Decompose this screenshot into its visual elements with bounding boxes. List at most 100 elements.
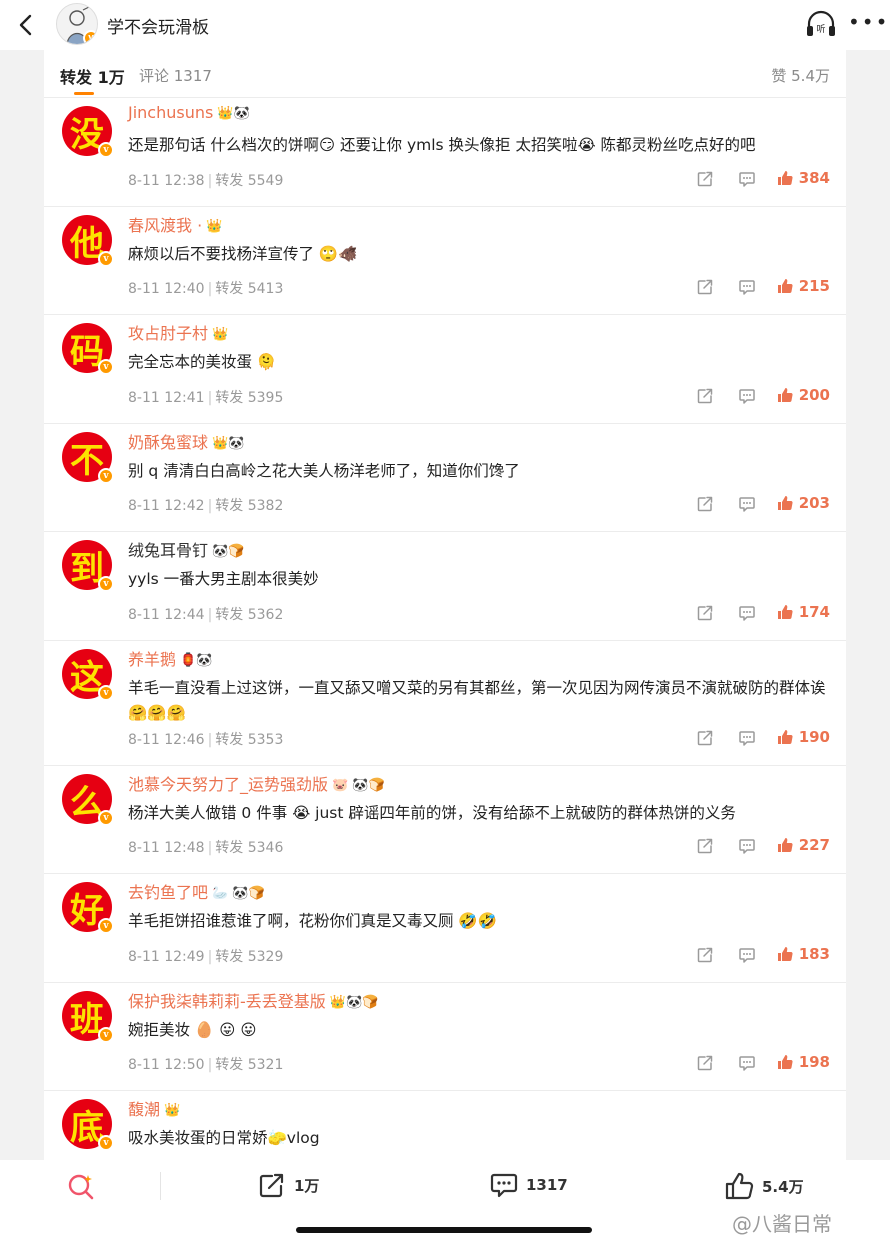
more-options-icon[interactable]: ••• bbox=[848, 12, 887, 36]
username[interactable]: 保护我柒韩莉莉-丢丢登基版 👑🐼🍞 bbox=[128, 988, 378, 1012]
repost-item[interactable]: 好 v 去钓鱼了吧 🦢 🐼🍞 羊毛拒饼招谁惹谁了啊，花粉你们真是又毒又厕 🤣🤣 8-11 … bbox=[44, 874, 846, 983]
repost-count-text: 转发 5549 bbox=[215, 173, 284, 189]
repost-item[interactable]: 不 v 奶酥兔蜜球 👑🐼 别 q 清清白白高岭之花大美人杨洋老师了，知道你们馋了 8-11… bbox=[44, 424, 846, 532]
share-icon[interactable] bbox=[696, 1054, 714, 1072]
comment-icon[interactable] bbox=[738, 604, 756, 622]
repost-item[interactable]: 到 v 绒兔耳骨钉 🐼🍞 yyls 一番大男主剧本很美妙 8-11 12:44 | 转发 53… bbox=[44, 532, 846, 641]
comment-icon[interactable] bbox=[738, 837, 756, 855]
repost-text: 别 q 清清白白高岭之花大美人杨洋老师了，知道你们馋了 bbox=[128, 462, 520, 480]
like-button[interactable]: 200 bbox=[777, 386, 830, 404]
username[interactable]: 奶酥兔蜜球 👑🐼 bbox=[128, 429, 244, 453]
share-icon[interactable] bbox=[696, 729, 714, 747]
share-icon[interactable] bbox=[696, 495, 714, 513]
username[interactable]: 攻占肘子村 👑 bbox=[128, 320, 228, 344]
repost-item[interactable]: 班 v 保护我柒韩莉莉-丢丢登基版 👑🐼🍞 婉拒美妆 🥚 😛 😛 8-11 12:50 | 转… bbox=[44, 983, 846, 1091]
meta-separator: | bbox=[207, 173, 213, 189]
repost-meta: 8-11 12:42 | 转发 5382 bbox=[128, 495, 283, 515]
user-badges: 👑 bbox=[212, 327, 229, 342]
like-button[interactable]: 384 bbox=[777, 169, 830, 187]
search-sparkle-icon[interactable] bbox=[66, 1172, 96, 1202]
share-icon[interactable] bbox=[696, 170, 714, 188]
username-text: 馥潮 bbox=[128, 1100, 161, 1119]
comment-icon[interactable] bbox=[738, 170, 756, 188]
username[interactable]: 去钓鱼了吧 🦢 🐼🍞 bbox=[128, 879, 265, 903]
like-count: 190 bbox=[798, 728, 830, 746]
tab-like[interactable]: 赞 5.4万 bbox=[771, 65, 830, 86]
like-count: 174 bbox=[798, 603, 830, 621]
user-avatar[interactable]: 码v bbox=[62, 323, 114, 375]
verified-badge-icon: v bbox=[98, 142, 114, 158]
comment-icon[interactable] bbox=[738, 729, 756, 747]
username-text: 春风渡我 · bbox=[128, 216, 203, 235]
user-avatar[interactable]: 到v bbox=[62, 540, 114, 592]
like-button[interactable]: 198 bbox=[777, 1053, 830, 1071]
repost-item[interactable]: 么 v 池慕今天努力了_运势强劲版 🐷 🐼🍞 杨洋大美人做错 0 件事 😭 just 辟… bbox=[44, 766, 846, 874]
repost-meta: 8-11 12:40 | 转发 5413 bbox=[128, 278, 283, 298]
username-text: 保护我柒韩莉莉-丢丢登基版 bbox=[128, 992, 326, 1011]
like-button[interactable]: 227 bbox=[777, 836, 830, 854]
user-avatar[interactable]: 好v bbox=[62, 882, 114, 934]
repost-text: 羊毛拒饼招谁惹谁了啊，花粉你们真是又毒又厕 🤣🤣 bbox=[128, 912, 498, 930]
share-icon[interactable] bbox=[696, 946, 714, 964]
repost-item[interactable]: 底 v 馥潮 👑 吸水美妆蛋的日常娇🧽vlog bbox=[44, 1091, 846, 1160]
username-text: 养羊鹅 bbox=[128, 650, 177, 669]
user-badges: 🦢 🐼🍞 bbox=[212, 886, 265, 901]
like-button[interactable]: 5.4万 bbox=[724, 1172, 804, 1200]
comment-icon[interactable] bbox=[738, 387, 756, 405]
comment-icon[interactable] bbox=[738, 1054, 756, 1072]
timestamp: 8-11 12:46 bbox=[128, 732, 205, 748]
username[interactable]: 春风渡我 · 👑 bbox=[128, 212, 222, 236]
user-avatar[interactable]: 底v bbox=[62, 1099, 114, 1151]
repost-count-text: 转发 5329 bbox=[215, 949, 284, 965]
timestamp: 8-11 12:50 bbox=[128, 1057, 205, 1073]
username[interactable]: 绒兔耳骨钉 🐼🍞 bbox=[128, 537, 244, 561]
user-avatar[interactable]: 没v bbox=[62, 106, 114, 158]
repost-item[interactable]: 没 v Jinchusuns 👑🐼 还是那句话 什么档次的饼啊😏 还要让你 ymls 换… bbox=[44, 98, 846, 207]
user-badges: 👑 bbox=[206, 219, 223, 234]
username[interactable]: 养羊鹅 🏮🐼 bbox=[128, 646, 212, 670]
share-icon[interactable] bbox=[696, 278, 714, 296]
username[interactable]: 馥潮 👑 bbox=[128, 1096, 180, 1120]
share-icon[interactable] bbox=[696, 837, 714, 855]
repost-item[interactable]: 码 v 攻占肘子村 👑 完全忘本的美妆蛋 🫠 8-11 12:41 | 转发 5395 200 bbox=[44, 315, 846, 424]
thumbs-up-icon bbox=[725, 1172, 754, 1200]
username[interactable]: 池慕今天努力了_运势强劲版 🐷 🐼🍞 bbox=[128, 771, 385, 795]
meta-separator: | bbox=[207, 1057, 213, 1073]
like-button[interactable]: 203 bbox=[777, 494, 830, 512]
share-icon[interactable] bbox=[696, 387, 714, 405]
listen-headphones-icon[interactable]: 听 bbox=[804, 8, 838, 40]
like-button[interactable]: 190 bbox=[777, 728, 830, 746]
home-indicator[interactable] bbox=[296, 1227, 592, 1233]
username[interactable]: Jinchusuns 👑🐼 bbox=[128, 103, 250, 122]
tab-comment[interactable]: 评论 1317 bbox=[139, 65, 212, 86]
like-count: 215 bbox=[798, 277, 830, 295]
page-title[interactable]: 学不会玩滑板 bbox=[107, 13, 209, 38]
like-button[interactable]: 215 bbox=[777, 277, 830, 295]
user-badges: 🐼🍞 bbox=[212, 544, 245, 559]
repost-list: 没 v Jinchusuns 👑🐼 还是那句话 什么档次的饼啊😏 还要让你 ymls 换… bbox=[44, 98, 846, 1160]
like-button[interactable]: 183 bbox=[777, 945, 830, 963]
comment-icon[interactable] bbox=[738, 946, 756, 964]
repost-item[interactable]: 他 v 春风渡我 · 👑 麻烦以后不要找杨洋宣传了 🙄🐗 8-11 12:40 | 转发 54… bbox=[44, 207, 846, 315]
share-icon[interactable] bbox=[696, 604, 714, 622]
repost-item[interactable]: 这 v 养羊鹅 🏮🐼 羊毛一直没看上过这饼，一直又舔又噌又菜的另有其都丝，第一次见因为网… bbox=[44, 641, 846, 766]
watermark: @八酱日常 bbox=[732, 1212, 832, 1236]
tab-repost[interactable]: 转发 1万 bbox=[60, 64, 125, 88]
user-avatar[interactable]: 班v bbox=[62, 991, 114, 1043]
timestamp: 8-11 12:48 bbox=[128, 840, 205, 856]
back-arrow-icon[interactable] bbox=[12, 10, 38, 40]
comment-icon[interactable] bbox=[738, 278, 756, 296]
repost-button[interactable]: 1万 bbox=[258, 1172, 319, 1198]
repost-text: 羊毛一直没看上过这饼，一直又舔又噌又菜的另有其都丝，第一次见因为网传演员不演就破… bbox=[128, 679, 826, 722]
user-avatar[interactable]: 么v bbox=[62, 774, 114, 826]
like-button[interactable]: 174 bbox=[777, 603, 830, 621]
verified-badge-icon: v bbox=[98, 810, 114, 826]
author-avatar[interactable]: v bbox=[56, 3, 98, 45]
user-avatar[interactable]: 不v bbox=[62, 432, 114, 484]
user-avatar[interactable]: 这v bbox=[62, 649, 114, 701]
like-count: 183 bbox=[798, 945, 830, 963]
comment-icon[interactable] bbox=[738, 495, 756, 513]
comment-button[interactable]: 1317 bbox=[490, 1172, 568, 1198]
user-avatar[interactable]: 他v bbox=[62, 215, 114, 267]
repost-meta: 8-11 12:38 | 转发 5549 bbox=[128, 170, 283, 190]
